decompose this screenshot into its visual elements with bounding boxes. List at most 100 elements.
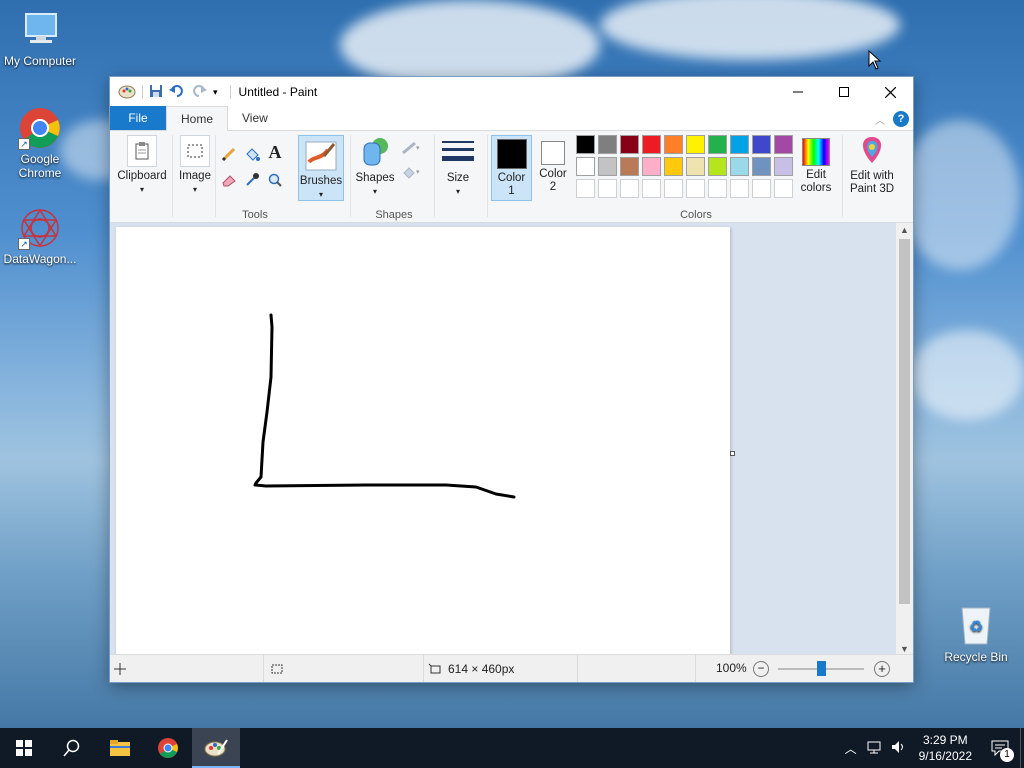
custom-color-slot[interactable] bbox=[752, 179, 771, 198]
clock[interactable]: 3:29 PM 9/16/2022 bbox=[911, 732, 980, 764]
search-button[interactable] bbox=[48, 728, 96, 768]
desktop-icon-datawagon[interactable]: ↗ DataWagon... bbox=[0, 206, 80, 266]
palette-color-swatch[interactable] bbox=[730, 135, 749, 154]
scroll-down-icon[interactable]: ▼ bbox=[900, 644, 909, 654]
minimize-button[interactable] bbox=[775, 77, 821, 107]
eraser-icon[interactable] bbox=[220, 171, 238, 189]
image-button[interactable]: Image ▾ bbox=[176, 135, 214, 196]
action-center-button[interactable]: 1 bbox=[980, 728, 1020, 768]
custom-color-slot[interactable] bbox=[730, 179, 749, 198]
divider bbox=[434, 135, 435, 217]
paint-window: ▾ Untitled - Paint File Home View ︿ ? Cl… bbox=[109, 76, 914, 683]
palette-color-swatch[interactable] bbox=[686, 135, 705, 154]
magnifier-icon[interactable] bbox=[266, 171, 284, 189]
close-button[interactable] bbox=[867, 77, 913, 107]
desktop-icon-label: Google Chrome bbox=[18, 152, 62, 180]
image-dimensions: 614 × 460px bbox=[448, 661, 515, 676]
redo-icon[interactable] bbox=[191, 84, 207, 101]
desktop-icon-recycle-bin[interactable]: ♻ Recycle Bin bbox=[938, 602, 1014, 664]
color-picker-icon[interactable] bbox=[243, 171, 261, 189]
tab-file[interactable]: File bbox=[110, 106, 166, 130]
fill-icon[interactable]: ▾ bbox=[400, 163, 424, 181]
custom-color-slot[interactable] bbox=[642, 179, 661, 198]
desktop-icon-my-computer[interactable]: My Computer bbox=[0, 8, 80, 68]
drawing-canvas[interactable] bbox=[116, 227, 730, 654]
palette-color-swatch[interactable] bbox=[774, 135, 793, 154]
clipboard-label: Clipboard bbox=[117, 170, 167, 182]
brushes-button[interactable]: Brushes ▾ bbox=[298, 135, 344, 201]
divider bbox=[487, 135, 488, 217]
shapes-label: Shapes bbox=[355, 172, 395, 184]
palette-color-swatch[interactable] bbox=[664, 135, 683, 154]
desktop-icon-google-chrome[interactable]: ↗ Google Chrome bbox=[0, 106, 80, 180]
size-button[interactable]: Size ▾ bbox=[438, 135, 478, 198]
canvas-resize-handle[interactable] bbox=[730, 451, 735, 456]
help-icon[interactable]: ? bbox=[893, 111, 909, 127]
palette-color-swatch[interactable] bbox=[620, 135, 639, 154]
custom-color-slot[interactable] bbox=[576, 179, 595, 198]
image-label: Image bbox=[179, 170, 211, 182]
palette-color-swatch[interactable] bbox=[576, 157, 595, 176]
canvas-workspace bbox=[110, 223, 897, 656]
undo-icon[interactable] bbox=[169, 84, 185, 101]
palette-color-swatch[interactable] bbox=[620, 157, 639, 176]
palette-color-swatch[interactable] bbox=[730, 157, 749, 176]
taskbar-paint[interactable] bbox=[192, 728, 240, 768]
clipboard-button[interactable]: Clipboard ▾ bbox=[116, 135, 168, 196]
shapes-icon bbox=[358, 135, 392, 169]
customize-toolbar-icon[interactable]: ▾ bbox=[213, 87, 218, 98]
scrollbar-thumb[interactable] bbox=[899, 239, 910, 604]
scroll-up-icon[interactable]: ▲ bbox=[900, 225, 909, 235]
zoom-in-icon[interactable]: + bbox=[874, 661, 890, 677]
show-desktop-button[interactable] bbox=[1020, 728, 1024, 768]
tab-home[interactable]: Home bbox=[166, 106, 229, 131]
palette-color-swatch[interactable] bbox=[576, 135, 595, 154]
start-button[interactable] bbox=[0, 728, 48, 768]
edit-with-paint-3d-button[interactable]: Edit with Paint 3D bbox=[846, 135, 898, 196]
palette-color-swatch[interactable] bbox=[598, 135, 617, 154]
taskbar-chrome[interactable] bbox=[144, 728, 192, 768]
custom-color-slot[interactable] bbox=[708, 179, 727, 198]
svg-text:▾: ▾ bbox=[416, 145, 420, 152]
fill-bucket-icon[interactable] bbox=[243, 145, 261, 163]
palette-color-swatch[interactable] bbox=[708, 157, 727, 176]
recycle-bin-icon: ♻ bbox=[956, 602, 996, 646]
ribbon-tabs: File Home View ︿ ? bbox=[110, 106, 913, 131]
tools-group-label: Tools bbox=[242, 209, 268, 221]
palette-color-swatch[interactable] bbox=[642, 157, 661, 176]
palette-color-swatch[interactable] bbox=[642, 135, 661, 154]
custom-color-slot[interactable] bbox=[620, 179, 639, 198]
maximize-button[interactable] bbox=[821, 77, 867, 107]
palette-color-swatch[interactable] bbox=[598, 157, 617, 176]
zoom-slider-thumb[interactable] bbox=[817, 661, 826, 676]
volume-icon[interactable] bbox=[887, 740, 911, 757]
custom-color-slot[interactable] bbox=[664, 179, 683, 198]
palette-color-swatch[interactable] bbox=[686, 157, 705, 176]
pencil-icon[interactable] bbox=[220, 145, 238, 163]
palette-color-swatch[interactable] bbox=[752, 135, 771, 154]
shapes-group-label: Shapes bbox=[375, 209, 413, 221]
palette-color-swatch[interactable] bbox=[664, 157, 683, 176]
color1-button[interactable]: Color 1 bbox=[491, 135, 532, 201]
edit-colors-button[interactable]: Edit colors bbox=[794, 135, 838, 195]
zoom-out-icon[interactable]: − bbox=[753, 661, 769, 677]
vertical-scrollbar[interactable]: ▲ ▼ bbox=[896, 223, 913, 656]
palette-color-swatch[interactable] bbox=[708, 135, 727, 154]
tab-view[interactable]: View bbox=[228, 106, 282, 130]
shapes-button[interactable]: Shapes ▾ bbox=[354, 135, 396, 198]
palette-color-swatch[interactable] bbox=[774, 157, 793, 176]
paint-app-icon[interactable] bbox=[118, 83, 136, 102]
custom-color-slot[interactable] bbox=[686, 179, 705, 198]
move-cursor-icon bbox=[114, 662, 126, 675]
custom-color-slot[interactable] bbox=[774, 179, 793, 198]
network-icon[interactable] bbox=[863, 740, 887, 757]
save-icon[interactable] bbox=[149, 84, 163, 101]
taskbar-file-explorer[interactable] bbox=[96, 728, 144, 768]
custom-color-slot[interactable] bbox=[598, 179, 617, 198]
show-hidden-icons-icon[interactable]: ︿ bbox=[839, 740, 863, 757]
outline-icon[interactable]: ▾ bbox=[400, 139, 424, 157]
text-tool-icon[interactable]: A bbox=[266, 142, 284, 162]
palette-color-swatch[interactable] bbox=[752, 157, 771, 176]
collapse-ribbon-icon[interactable]: ︿ bbox=[875, 112, 885, 127]
color2-button[interactable]: Color 2 bbox=[534, 135, 572, 194]
